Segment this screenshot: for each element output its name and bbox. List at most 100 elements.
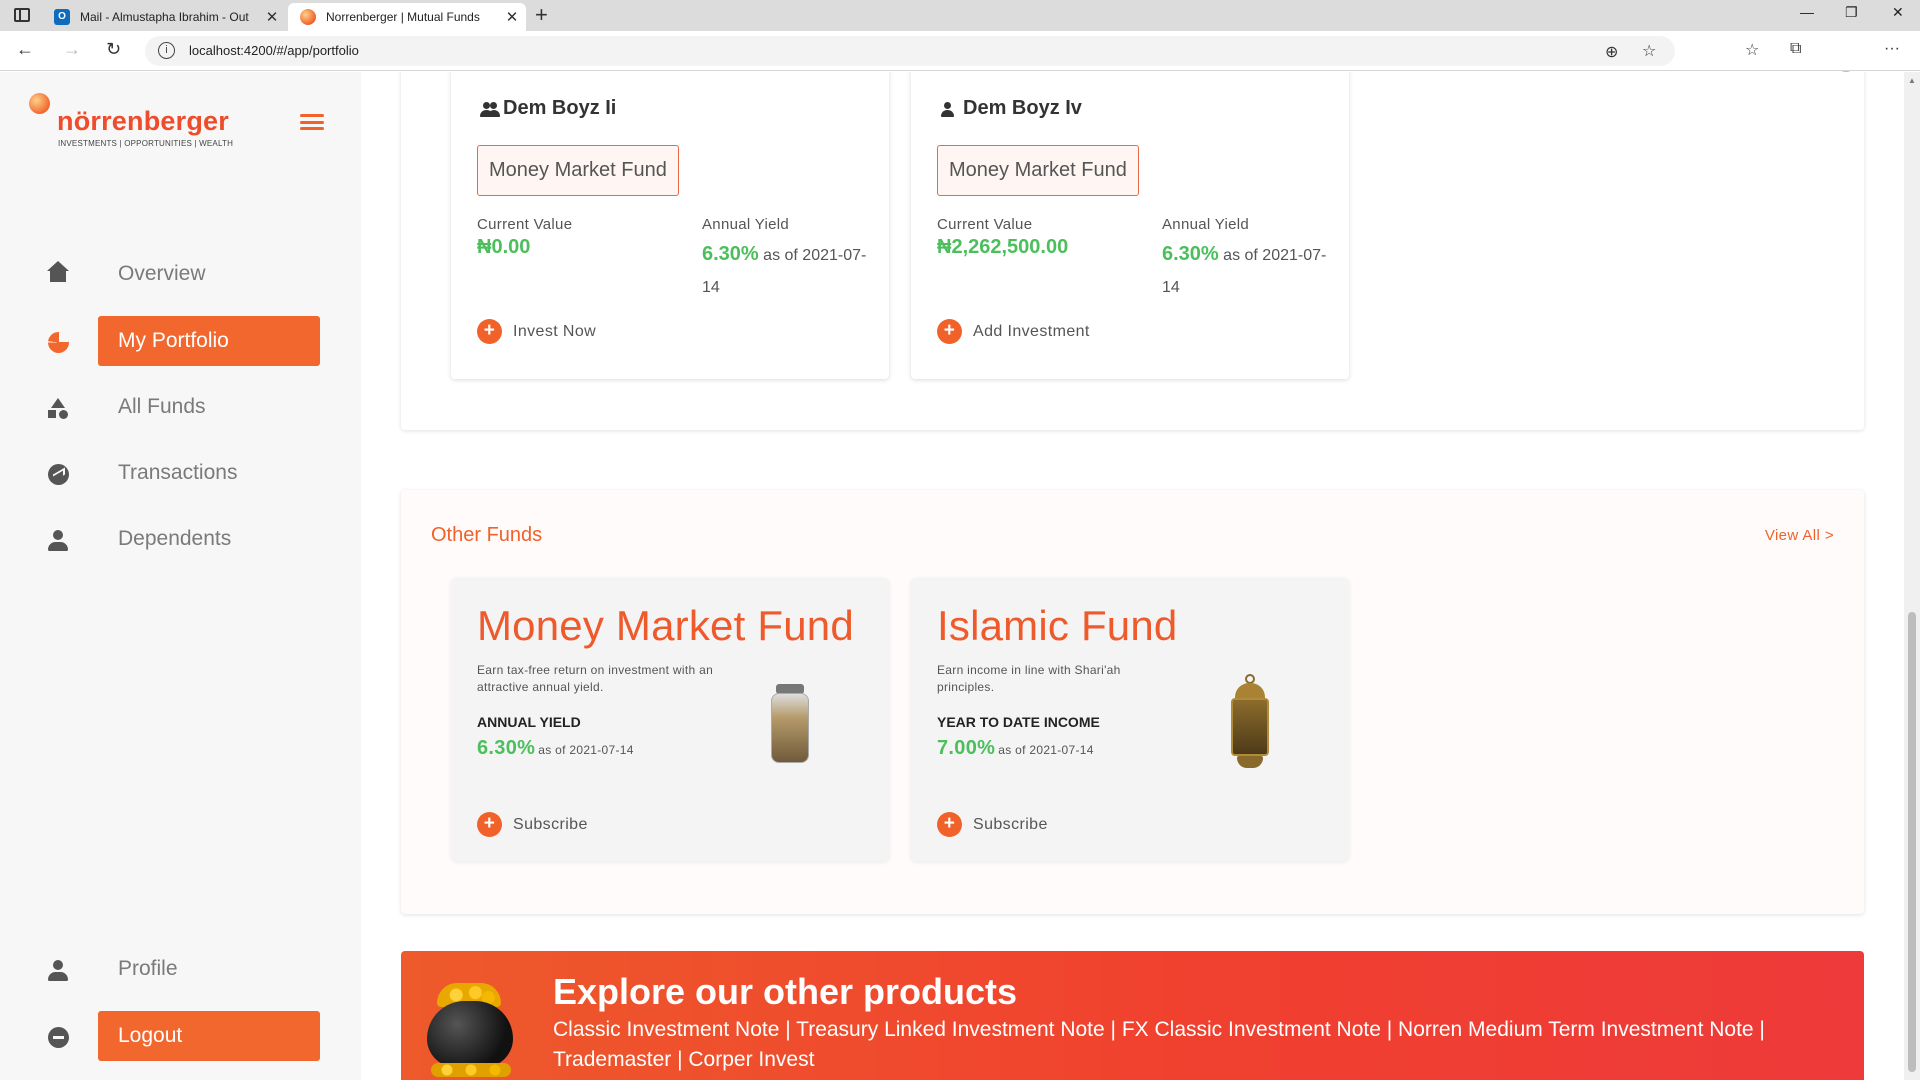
sidebar-item-label: Overview [118, 262, 206, 285]
tab-title: Norrenberger | Mutual Funds [326, 10, 480, 24]
subscribe-button[interactable]: + Subscribe [477, 812, 588, 837]
annual-yield-value: 6.30% [1162, 243, 1219, 265]
portfolio-card: Dem Boyz Iv Money Market Fund Current Va… [911, 72, 1349, 379]
reload-icon[interactable]: ↻ [106, 39, 121, 60]
fund-card-money-market: Money Market Fund Earn tax-free return o… [451, 578, 889, 861]
annual-yield: 6.30% as of 2021-07-14 [1162, 238, 1332, 304]
forward-icon[interactable]: → [63, 39, 81, 60]
person-icon [938, 100, 960, 118]
metric-date: as of 2021-07-14 [998, 743, 1094, 757]
metric-label: YEAR TO DATE INCOME [937, 714, 1100, 730]
brand-name[interactable]: nörrenberger [57, 106, 229, 137]
action-label: Subscribe [973, 815, 1048, 833]
favorites-icon[interactable]: ☆ [1745, 40, 1759, 60]
lantern-icon [1227, 674, 1273, 770]
owner-name: Dem Boyz Iv [963, 97, 1082, 119]
browser-tab-mail[interactable]: O Mail - Almustapha Ibrahim - Out ✕ [42, 3, 286, 31]
home-icon [46, 261, 70, 287]
current-value-label: Current Value [937, 216, 1033, 233]
sidebar-item-my-portfolio[interactable]: My Portfolio [0, 316, 361, 366]
tab-actions-icon[interactable] [14, 8, 30, 22]
close-window-icon[interactable]: ✕ [1892, 4, 1904, 21]
action-label: Invest Now [513, 322, 597, 340]
portfolio-owner: Dem Boyz Iv [938, 97, 1082, 120]
metric-value: 7.00% [937, 737, 996, 759]
current-value: ₦0.00 [477, 236, 531, 258]
subscribe-button[interactable]: + Subscribe [937, 812, 1048, 837]
other-funds-panel: Other Funds View All > Money Market Fund… [401, 490, 1864, 914]
sidebar-item-transactions[interactable]: Transactions [0, 448, 361, 498]
sidebar-item-overview[interactable]: Overview [0, 249, 361, 299]
metric-date: as of 2021-07-14 [538, 743, 634, 757]
restore-icon[interactable]: ❐ [1845, 4, 1858, 21]
fund-description: Earn tax-free return on investment with … [477, 663, 714, 694]
annual-yield-label: Annual Yield [702, 216, 790, 233]
close-tab-icon[interactable]: ✕ [258, 8, 286, 26]
sidebar-item-profile[interactable]: Profile [0, 944, 361, 994]
menu-toggle-icon[interactable] [300, 114, 324, 130]
person-icon [46, 528, 70, 552]
outlook-icon: O [54, 9, 70, 25]
shapes-icon [46, 396, 70, 420]
portfolio-panel: Dem Boyz Ii Money Market Fund Current Va… [401, 72, 1864, 430]
logout-button[interactable]: Logout [0, 1011, 361, 1061]
brand-tagline: INVESTMENTS | OPPORTUNITIES | WEALTH [58, 139, 234, 148]
page-scrollbar[interactable]: ▲ [1904, 72, 1920, 1080]
sidebar-item-label: Dependents [118, 527, 232, 550]
sidebar-item-label: My Portfolio [98, 316, 320, 366]
section-title: Other Funds [431, 524, 543, 546]
fund-metric: 6.30% as of 2021-07-14 [477, 737, 634, 760]
current-value: ₦2,262,500.00 [937, 236, 1069, 258]
annual-yield-value: 6.30% [702, 243, 759, 265]
sidebar-item-all-funds[interactable]: All Funds [0, 382, 361, 432]
coin-jar-icon [771, 684, 809, 764]
collections-icon[interactable]: ⧉ [1790, 40, 1801, 58]
annual-yield-label: Annual Yield [1162, 216, 1250, 233]
metric-value: 6.30% [477, 737, 536, 759]
new-tab-button[interactable]: + [535, 2, 548, 28]
trend-icon [46, 462, 70, 486]
group-icon [478, 100, 500, 118]
browser-tab-norrenberger[interactable]: Norrenberger | Mutual Funds ✕ [288, 3, 526, 31]
action-label: Add Investment [973, 322, 1090, 340]
banner-title: Explore our other products [553, 971, 1018, 1012]
minimize-icon[interactable]: — [1800, 4, 1814, 20]
sidebar-item-label: Transactions [118, 461, 238, 484]
fund-name-chip: Money Market Fund [477, 145, 679, 196]
pot-of-gold-icon [427, 983, 513, 1077]
browser-tab-bar: O Mail - Almustapha Ibrahim - Out ✕ Norr… [0, 0, 1920, 31]
sidebar [0, 72, 361, 1080]
view-all-link[interactable]: View All > [1765, 527, 1834, 544]
url-text: localhost:4200/#/app/portfolio [189, 43, 359, 58]
zoom-icon[interactable]: ⊕ [1605, 42, 1618, 62]
site-info-icon[interactable]: i [158, 42, 175, 59]
url-field[interactable]: i localhost:4200/#/app/portfolio ⊕ ☆ [145, 36, 1675, 66]
add-favorite-icon[interactable]: ☆ [1642, 41, 1656, 61]
logout-label: Logout [98, 1011, 320, 1061]
add-investment-button[interactable]: + Add Investment [937, 319, 1090, 344]
portfolio-card: Dem Boyz Ii Money Market Fund Current Va… [451, 72, 889, 379]
owner-name: Dem Boyz Ii [503, 97, 617, 119]
action-label: Subscribe [513, 815, 588, 833]
explore-products-banner: Explore our other products Classic Inves… [401, 951, 1864, 1080]
more-options-icon[interactable]: ··· [1884, 40, 1900, 58]
plus-icon: + [937, 319, 962, 344]
pie-chart-icon [46, 330, 70, 354]
close-tab-icon[interactable]: ✕ [498, 8, 526, 26]
sidebar-item-label: Profile [118, 957, 178, 980]
address-bar: ← → ↻ i localhost:4200/#/app/portfolio ⊕… [0, 31, 1920, 93]
main-content: Dem Boyz Ii Money Market Fund Current Va… [361, 72, 1897, 1080]
back-icon[interactable]: ← [16, 39, 34, 60]
invest-now-button[interactable]: + Invest Now [477, 319, 596, 344]
sidebar-item-dependents[interactable]: Dependents [0, 514, 361, 564]
metric-label: ANNUAL YIELD [477, 714, 581, 730]
scroll-up-icon[interactable]: ▲ [1908, 76, 1916, 85]
tab-title: Mail - Almustapha Ibrahim - Out [80, 10, 249, 24]
fund-card-islamic: Islamic Fund Earn income in line with Sh… [911, 578, 1349, 861]
scrollbar-thumb[interactable] [1908, 612, 1916, 1072]
profile-person-icon [46, 958, 70, 982]
brand-logo-icon [29, 93, 50, 114]
sidebar-item-label: All Funds [118, 395, 206, 418]
product-links[interactable]: Classic Investment Note | Treasury Linke… [553, 1015, 1843, 1075]
annual-yield: 6.30% as of 2021-07-14 [702, 238, 872, 304]
